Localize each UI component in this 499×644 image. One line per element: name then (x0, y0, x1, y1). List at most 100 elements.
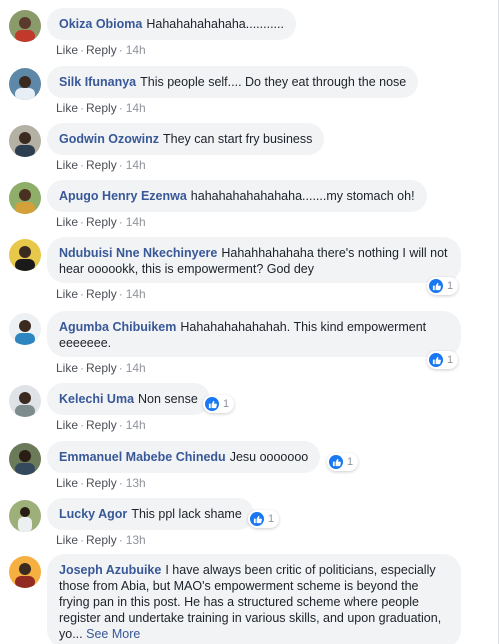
reaction-count[interactable]: 1 (427, 277, 459, 295)
comment-bubble: Silk Ifunanya This people self.... Do the… (47, 66, 419, 98)
separator: · (80, 43, 85, 57)
reply-link[interactable]: Reply (86, 418, 117, 432)
comment-text: Non sense (138, 392, 198, 406)
separator: · (80, 418, 85, 432)
avatar[interactable] (9, 182, 41, 214)
comments-panel: Okiza Obioma Hahahahahahaha........... Li… (0, 0, 499, 644)
reaction-count[interactable]: 1 (248, 510, 280, 528)
like-reaction-icon (329, 455, 343, 469)
separator: · (80, 158, 85, 172)
avatar[interactable] (9, 68, 41, 100)
comment-author[interactable]: Kelechi Uma (59, 392, 134, 406)
reaction-count[interactable]: 1 (427, 351, 459, 369)
like-link[interactable]: Like (56, 361, 78, 375)
separator: · (80, 287, 85, 301)
like-link[interactable]: Like (56, 43, 78, 57)
comment-text: This people self.... Do they eat through… (140, 75, 407, 89)
comment-bubble: Joseph Azubuike I have always been critic… (47, 554, 461, 644)
reaction-count-value: 1 (347, 456, 354, 468)
reply-link[interactable]: Reply (86, 101, 117, 115)
comment-bubble: Kelechi Uma Non sense (47, 383, 210, 415)
comment-time[interactable]: 14h (126, 287, 146, 301)
comment-time[interactable]: 13h (126, 533, 146, 547)
comment-author[interactable]: Emmanuel Mabebe Chinedu (59, 450, 226, 464)
reply-link[interactable]: Reply (86, 43, 117, 57)
reaction-count-value: 1 (447, 280, 454, 292)
avatar[interactable] (9, 239, 41, 271)
comment-actions: Like · Reply · 14h (56, 361, 146, 375)
comment-text: hahahahahahahaha.......my stomach oh! (190, 189, 415, 203)
like-reaction-icon (429, 353, 443, 367)
comment-author[interactable]: Ndubuisi Nne Nkechinyere (59, 246, 217, 260)
like-link[interactable]: Like (56, 158, 78, 172)
like-link[interactable]: Like (56, 476, 78, 490)
avatar[interactable] (9, 443, 41, 475)
separator: · (80, 215, 85, 229)
avatar[interactable] (9, 556, 41, 588)
separator: · (118, 533, 123, 547)
like-reaction-icon (205, 397, 219, 411)
reaction-count-value: 1 (268, 513, 275, 525)
reply-link[interactable]: Reply (86, 361, 117, 375)
separator: · (80, 476, 85, 490)
reaction-count[interactable]: 1 (327, 453, 359, 471)
like-reaction-icon (250, 512, 264, 526)
comment-author[interactable]: Silk Ifunanya (59, 75, 136, 89)
separator: · (118, 43, 123, 57)
comment-time[interactable]: 13h (126, 476, 146, 490)
comment-time[interactable]: 14h (126, 418, 146, 432)
like-link[interactable]: Like (56, 418, 78, 432)
like-link[interactable]: Like (56, 101, 78, 115)
separator: · (118, 215, 123, 229)
comment-actions: Like · Reply · 14h (56, 215, 146, 229)
reply-link[interactable]: Reply (86, 215, 117, 229)
separator: · (118, 476, 123, 490)
avatar[interactable] (9, 385, 41, 417)
reply-link[interactable]: Reply (86, 287, 117, 301)
reply-link[interactable]: Reply (86, 533, 117, 547)
comment-text: This ppl lack shame (131, 507, 242, 521)
separator: · (80, 101, 85, 115)
like-link[interactable]: Like (56, 215, 78, 229)
comment-actions: Like · Reply · 14h (56, 158, 146, 172)
like-link[interactable]: Like (56, 533, 78, 547)
comment-time[interactable]: 14h (126, 215, 146, 229)
reply-link[interactable]: Reply (86, 158, 117, 172)
comment-author[interactable]: Lucky Agor (59, 507, 127, 521)
comment-actions: Like · Reply · 14h (56, 418, 146, 432)
separator: · (118, 361, 123, 375)
comment-author[interactable]: Godwin Ozowinz (59, 132, 159, 146)
comment-actions: Like · Reply · 13h (56, 476, 146, 490)
comment-actions: Like · Reply · 14h (56, 287, 146, 301)
comment-text: Jesu ooooooo (229, 450, 309, 464)
separator: · (80, 361, 85, 375)
reply-link[interactable]: Reply (86, 476, 117, 490)
see-more-link[interactable]: See More (86, 627, 140, 641)
comment-time[interactable]: 14h (126, 43, 146, 57)
reaction-count-value: 1 (223, 398, 230, 410)
comment-bubble: Lucky Agor This ppl lack shame (47, 498, 254, 530)
comment-author[interactable]: Apugo Henry Ezenwa (59, 189, 187, 203)
comment-actions: Like · Reply · 14h (56, 101, 146, 115)
separator: · (118, 101, 123, 115)
comment-text: Hahahahahahaha........... (146, 17, 284, 31)
avatar[interactable] (9, 313, 41, 345)
comment-time[interactable]: 14h (126, 158, 146, 172)
comment-author[interactable]: Okiza Obioma (59, 17, 142, 31)
comment-bubble: Okiza Obioma Hahahahahahaha........... (47, 8, 296, 40)
reaction-count-value: 1 (447, 354, 454, 366)
comment-author[interactable]: Joseph Azubuike (59, 563, 161, 577)
comment-author[interactable]: Agumba Chibuikem (59, 320, 176, 334)
comment-actions: Like · Reply · 13h (56, 533, 146, 547)
like-reaction-icon (429, 279, 443, 293)
comment-bubble: Ndubuisi Nne Nkechinyere Hahahhahahaha th… (47, 237, 461, 283)
like-link[interactable]: Like (56, 287, 78, 301)
comment-time[interactable]: 14h (126, 101, 146, 115)
avatar[interactable] (9, 500, 41, 532)
reaction-count[interactable]: 1 (203, 395, 235, 413)
comment-time[interactable]: 14h (126, 361, 146, 375)
avatar[interactable] (9, 10, 41, 42)
avatar[interactable] (9, 125, 41, 157)
comment-bubble: Emmanuel Mabebe Chinedu Jesu ooooooo (47, 441, 321, 473)
comment-bubble: Apugo Henry Ezenwa hahahahahahahaha......… (47, 180, 427, 212)
